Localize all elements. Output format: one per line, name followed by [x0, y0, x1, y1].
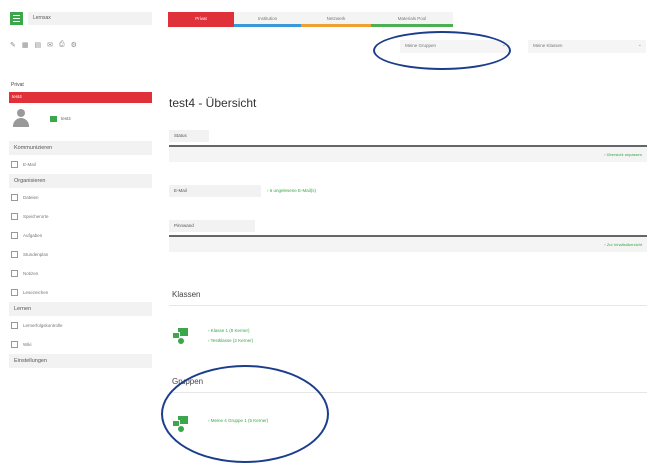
section-einstellungen: Einstellungen	[9, 354, 152, 368]
sidebar-item-label: Notizen	[23, 271, 39, 276]
divider	[169, 305, 647, 306]
classes-icon	[172, 328, 192, 346]
sidebar-heading: Privat	[11, 82, 24, 88]
sidebar-item-aufgaben[interactable]: Aufgaben	[9, 226, 152, 245]
section-organisieren: Organisieren	[9, 174, 152, 188]
unread-email-link[interactable]: › 6 ungelesene E-Mail(s)	[267, 188, 316, 193]
annotation-ellipse	[373, 31, 511, 70]
sidebar-item-label: Speicherorte	[23, 214, 49, 219]
test-icon	[11, 322, 18, 329]
wiki-icon	[11, 341, 18, 348]
email-label: E-Mail	[169, 185, 261, 197]
top-tabs: Privat Institution Netzwerk Materials Po…	[168, 12, 453, 27]
avatar	[11, 107, 31, 129]
mail-icon[interactable]: ✉	[47, 41, 53, 49]
menu-icon[interactable]	[10, 12, 23, 25]
classes-select-value: Meine Klassen	[533, 43, 563, 48]
classes-select[interactable]: Meine Klassen ⌄	[528, 40, 646, 53]
sidebar-item-dateien[interactable]: Dateien	[9, 188, 152, 207]
status-label: Status	[169, 130, 209, 142]
tab-institution[interactable]: Institution	[234, 12, 301, 27]
content-overview-link[interactable]: › Zur Inhaltsübersicht	[604, 242, 642, 247]
notes-icon	[11, 270, 18, 277]
sidebar-item-label: Lernerfolgskontrolle	[23, 323, 63, 328]
mail-icon	[11, 161, 18, 168]
profile-name[interactable]: test4	[61, 116, 71, 121]
sidebar-item-speicherorte[interactable]: Speicherorte	[9, 207, 152, 226]
chevron-down-icon: ⌄	[637, 42, 642, 48]
sidebar-item-label: Stundenplan	[23, 252, 49, 257]
bookmark-icon	[11, 289, 18, 296]
sidebar-item-label: E-Mail	[23, 162, 36, 167]
page-title: test4 - Übersicht	[169, 96, 257, 110]
class-link[interactable]: › Klasse 1 (8 Kerner)	[208, 328, 250, 333]
brand-name[interactable]: Lernsax	[28, 12, 152, 25]
top-bar: Lernsax Privat Institution Netzwerk Mate…	[0, 0, 650, 36]
annotation-ellipse	[161, 365, 329, 463]
sidebar-item-label: Lesezeichen	[23, 290, 49, 295]
section-kommunizieren: Kommunizieren	[9, 141, 152, 155]
sidebar-item-stundenplan[interactable]: Stundenplan	[9, 245, 152, 264]
files-icon	[11, 194, 18, 201]
toolbar: ✎ ▦ ▤ ✉ ⎙ ⚙	[10, 41, 77, 49]
grid-icon[interactable]: ▦	[22, 41, 29, 49]
sidebar-item-active[interactable]: test4	[9, 92, 152, 103]
sidebar-item-email[interactable]: E-Mail	[9, 155, 152, 174]
sidebar: Privat test4 test4 Kommunizieren E-Mail …	[9, 82, 152, 368]
sidebar-item-lernerfolgskontrolle[interactable]: Lernerfolgskontrolle	[9, 316, 152, 335]
pinnwand-bar: › Zur Inhaltsübersicht	[169, 235, 647, 252]
calendar-icon	[11, 251, 18, 258]
sidebar-item-notizen[interactable]: Notizen	[9, 264, 152, 283]
sidebar-item-label: Aufgaben	[23, 233, 43, 238]
classes-heading: Klassen	[172, 290, 201, 299]
sidebar-item-wiki[interactable]: Wiki	[9, 335, 152, 354]
class-link[interactable]: › Testklasse (2 Kerner)	[208, 338, 253, 343]
storage-icon	[11, 213, 18, 220]
pinnwand-label: Pinnwand	[169, 220, 255, 232]
list-icon[interactable]: ▤	[35, 41, 42, 49]
sidebar-item-label: Wiki	[23, 342, 32, 347]
profile: test4	[9, 103, 152, 141]
profile-icon	[50, 116, 57, 122]
tab-netzwerk[interactable]: Netzwerk	[301, 12, 371, 27]
tab-privat[interactable]: Privat	[168, 12, 234, 27]
print-icon[interactable]: ⎙	[59, 41, 65, 49]
status-bar: › Übersicht anpassen	[169, 145, 647, 162]
edit-icon[interactable]: ✎	[10, 41, 16, 49]
tasks-icon	[11, 232, 18, 239]
section-lernen: Lernen	[9, 302, 152, 316]
settings-icon[interactable]: ⚙	[71, 41, 77, 49]
tab-materials-pool[interactable]: Materials Pool	[371, 12, 453, 27]
sidebar-item-label: Dateien	[23, 195, 39, 200]
customize-overview-link[interactable]: › Übersicht anpassen	[604, 152, 642, 157]
sidebar-item-lesezeichen[interactable]: Lesezeichen	[9, 283, 152, 302]
